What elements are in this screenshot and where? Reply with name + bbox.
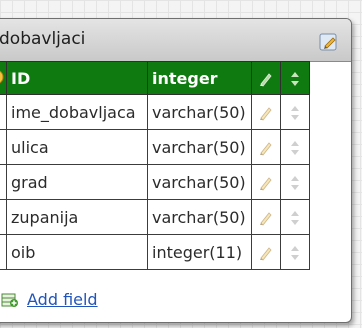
edit-field-button[interactable] — [251, 94, 281, 130]
add-field-icon — [1, 293, 18, 307]
pencil-icon — [260, 73, 272, 87]
field-row[interactable]: zupanija varchar(50) — [0, 199, 310, 235]
pencil-icon — [260, 247, 272, 261]
field-type: varchar(50) — [147, 164, 252, 200]
field-name: ulica — [6, 129, 148, 165]
edit-table-icon[interactable] — [319, 32, 339, 52]
field-type: varchar(50) — [147, 199, 252, 235]
pencil-icon — [260, 177, 272, 191]
field-name: ID — [6, 61, 148, 95]
add-field-row: Add field — [0, 278, 351, 322]
up-down-arrows-icon — [291, 176, 299, 190]
field-type: integer(11) — [147, 234, 252, 270]
table-title-bar[interactable]: dobavljaci — [0, 19, 351, 62]
primary-key-row[interactable]: ID integer — [0, 61, 310, 95]
table-title: dobavljaci — [0, 29, 86, 49]
move-field-button[interactable] — [280, 234, 310, 270]
up-down-arrows-icon — [291, 106, 299, 120]
edit-field-button[interactable] — [251, 164, 281, 200]
field-name: grad — [6, 164, 148, 200]
edit-field-button[interactable] — [251, 234, 281, 270]
field-row[interactable]: oib integer(11) — [0, 234, 310, 270]
up-down-arrows-icon — [291, 72, 299, 86]
pencil-icon — [260, 107, 272, 121]
move-field-button[interactable] — [280, 199, 310, 235]
field-name: zupanija — [6, 199, 148, 235]
edit-field-button[interactable] — [251, 61, 281, 95]
field-row[interactable]: grad varchar(50) — [0, 164, 310, 200]
db-table-box[interactable]: dobavljaci ID integer ime_dobavljaca var… — [0, 18, 352, 323]
move-field-button[interactable] — [280, 129, 310, 165]
fields-table: ID integer ime_dobavljaca varchar(50) ulic… — [0, 61, 310, 270]
field-type: integer — [147, 61, 252, 95]
edit-field-button[interactable] — [251, 129, 281, 165]
field-type: varchar(50) — [147, 94, 252, 130]
field-row[interactable]: ime_dobavljaca varchar(50) — [0, 94, 310, 130]
field-type: varchar(50) — [147, 129, 252, 165]
field-name: oib — [6, 234, 148, 270]
up-down-arrows-icon — [291, 211, 299, 225]
field-row[interactable]: ulica varchar(50) — [0, 129, 310, 165]
edit-field-button[interactable] — [251, 199, 281, 235]
move-field-button[interactable] — [280, 164, 310, 200]
move-field-button[interactable] — [280, 94, 310, 130]
move-field-button[interactable] — [280, 61, 310, 95]
key-icon — [0, 70, 4, 84]
up-down-arrows-icon — [291, 141, 299, 155]
up-down-arrows-icon — [291, 246, 299, 260]
pencil-icon — [260, 212, 272, 226]
add-field-link[interactable]: Add field — [27, 290, 98, 309]
pencil-icon — [260, 142, 272, 156]
field-name: ime_dobavljaca — [6, 94, 148, 130]
